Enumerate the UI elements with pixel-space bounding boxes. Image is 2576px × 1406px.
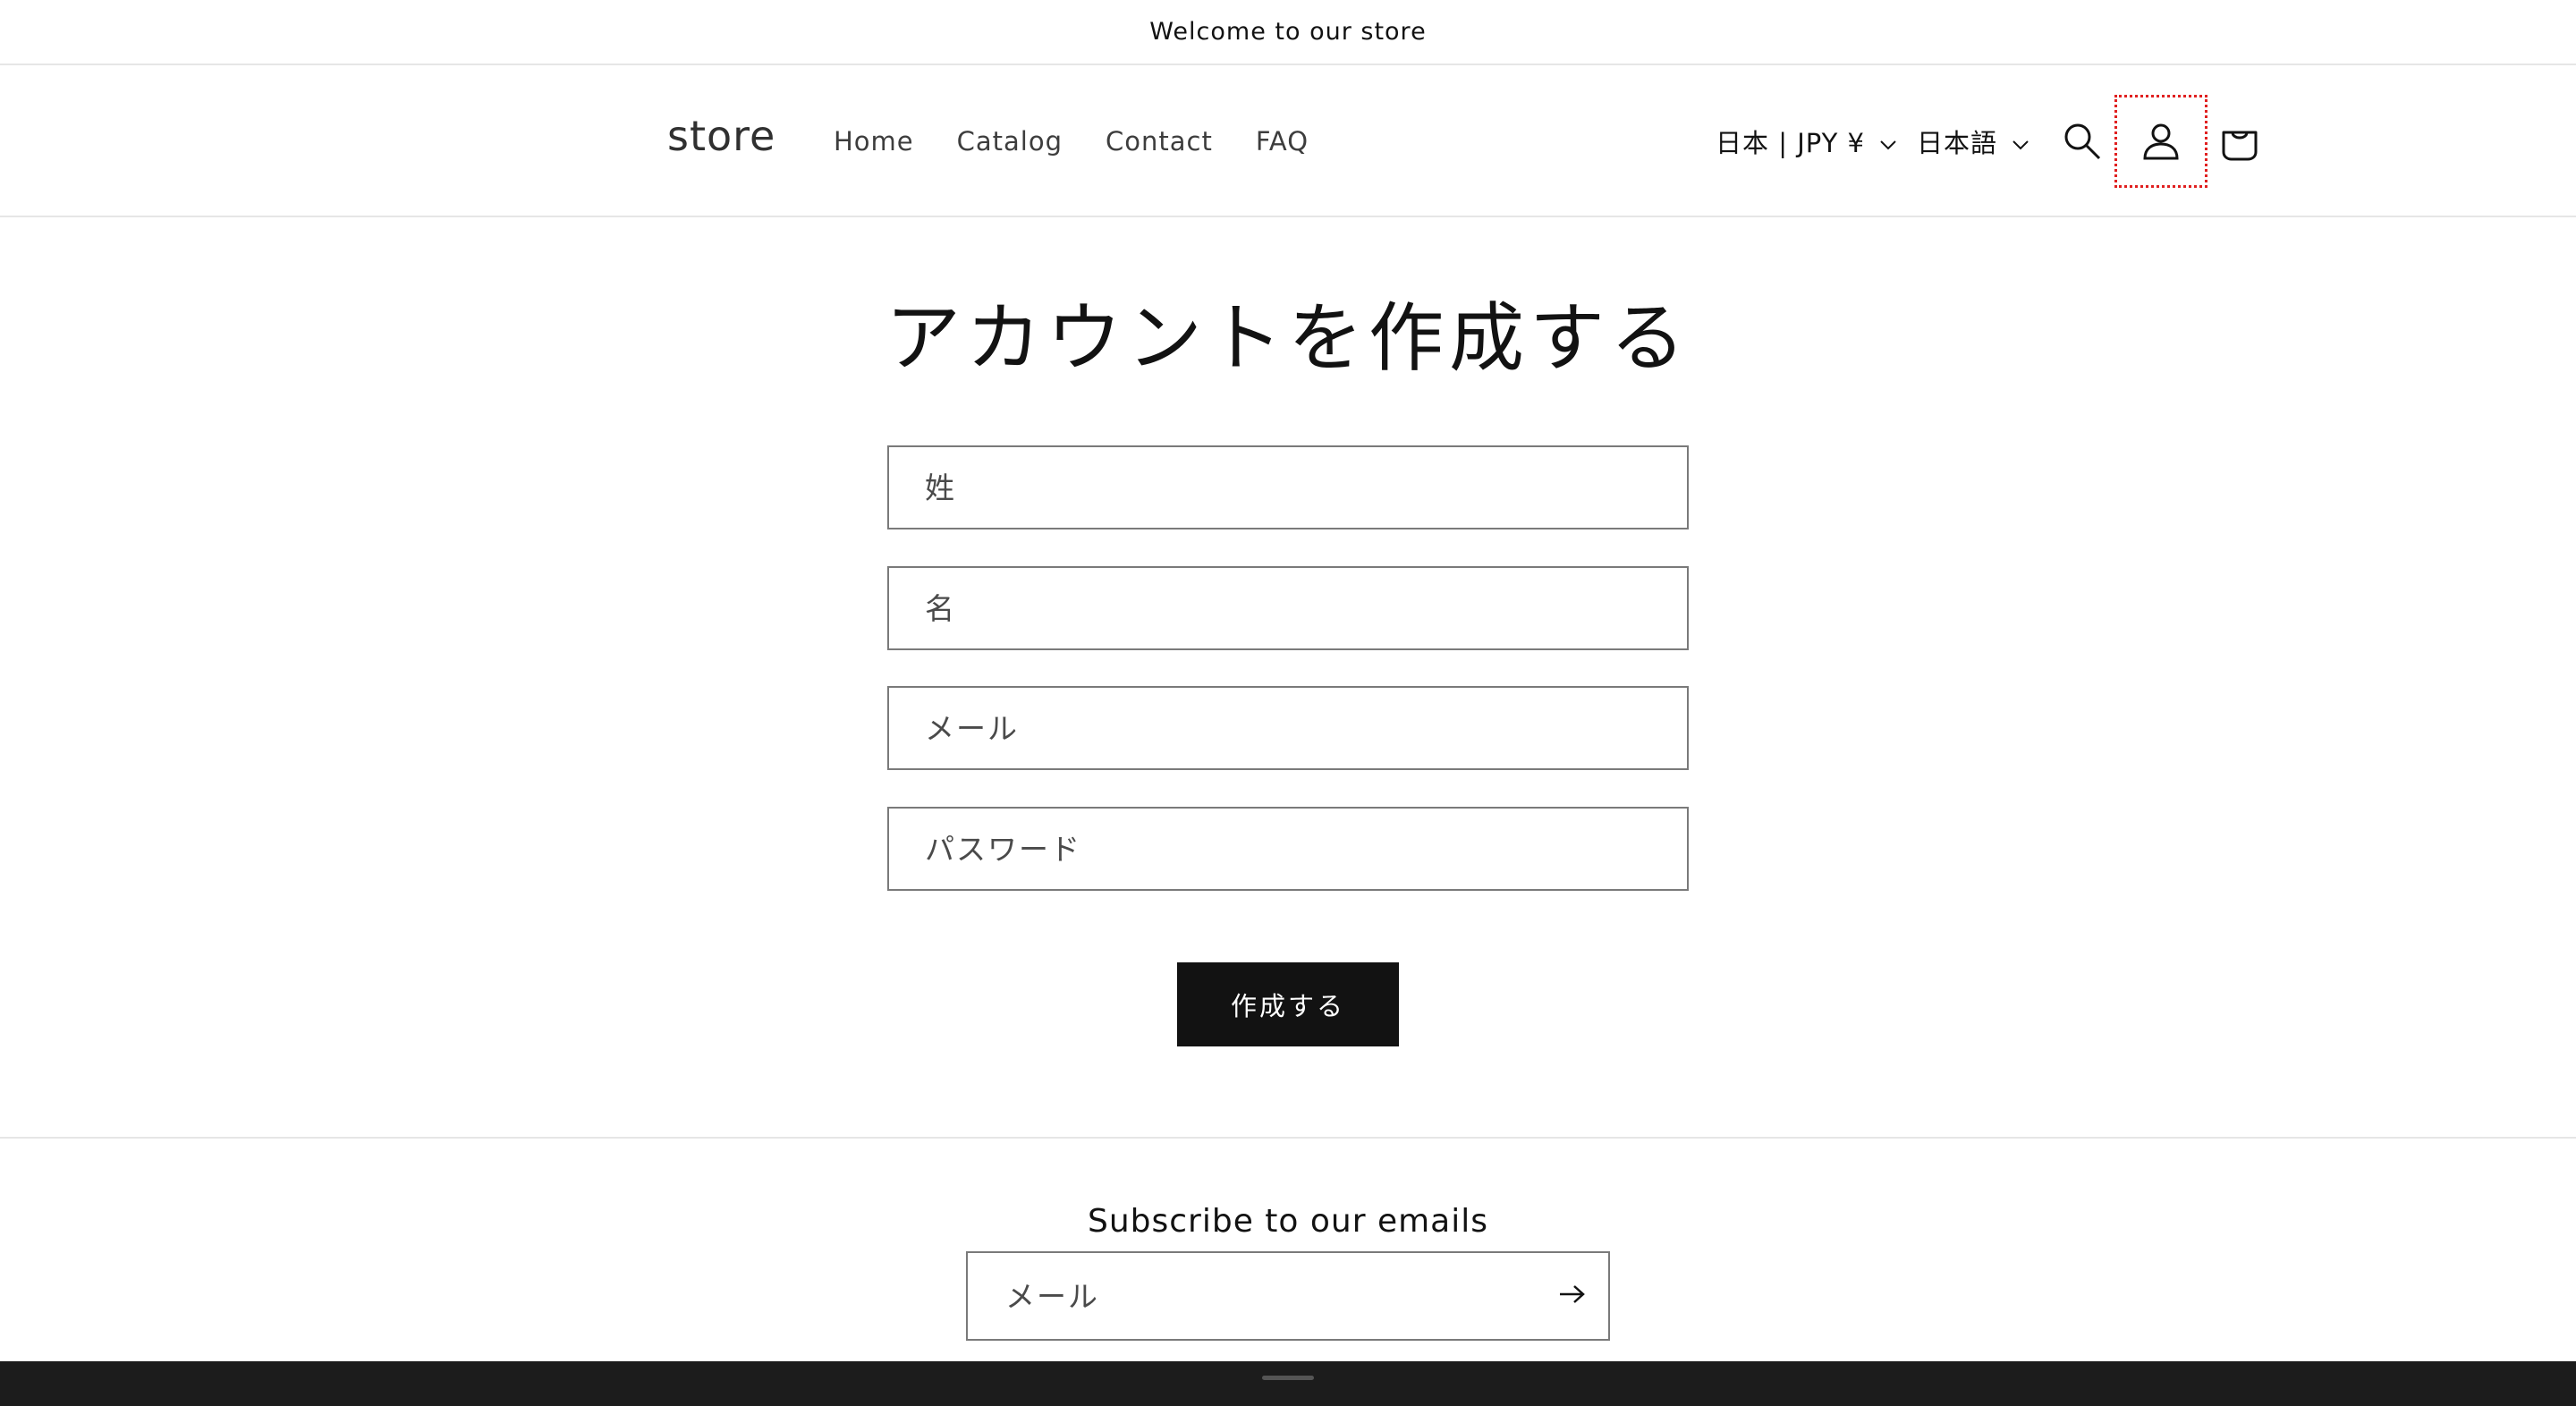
language-selector-label: 日本語 (1917, 128, 1998, 158)
create-account-button[interactable]: 作成する (1177, 962, 1399, 1046)
cart-icon (2220, 122, 2259, 161)
announcement-text: Welcome to our store (1149, 18, 1427, 46)
last-name-field[interactable] (887, 445, 1689, 529)
newsletter-email-field[interactable] (966, 1251, 1610, 1341)
password-input[interactable] (925, 809, 1687, 889)
search-icon (2063, 122, 2102, 161)
chevron-down-icon (1879, 126, 1897, 157)
store-logo[interactable]: store (667, 112, 775, 160)
first-name-input[interactable] (925, 568, 1687, 648)
main-nav: Home Catalog Contact FAQ (834, 65, 1352, 217)
nav-item-catalog[interactable]: Catalog (957, 126, 1063, 157)
password-field[interactable] (887, 807, 1689, 891)
email-field[interactable] (887, 686, 1689, 770)
drag-handle[interactable] (1262, 1376, 1314, 1380)
nav-item-home[interactable]: Home (834, 126, 914, 157)
account-icon (2141, 122, 2181, 161)
email-input[interactable] (925, 688, 1687, 768)
nav-item-contact[interactable]: Contact (1106, 126, 1213, 157)
language-selector[interactable]: 日本語 (1917, 65, 2029, 217)
country-selector[interactable]: 日本 | JPY ¥ (1716, 65, 1897, 217)
bottom-bar (0, 1361, 2576, 1406)
subscribe-submit-button[interactable] (1537, 1253, 1608, 1339)
register-section: アカウントを作成する 作成する (0, 217, 2576, 1139)
nav-item-faq[interactable]: FAQ (1256, 126, 1309, 157)
country-selector-label: 日本 | JPY ¥ (1716, 128, 1865, 158)
first-name-field[interactable] (887, 566, 1689, 650)
site-header: store Home Catalog Contact FAQ 日本 | JPY … (0, 65, 2576, 217)
last-name-input[interactable] (925, 447, 1687, 528)
subscribe-title: Subscribe to our emails (1087, 1203, 1489, 1240)
arrow-right-icon (1558, 1283, 1587, 1309)
announcement-bar: Welcome to our store (0, 0, 2576, 65)
cart-button[interactable] (2193, 95, 2286, 188)
page-title: アカウントを作成する (885, 294, 1690, 382)
chevron-down-icon (2012, 126, 2029, 157)
newsletter-email-input[interactable] (1005, 1253, 1537, 1339)
